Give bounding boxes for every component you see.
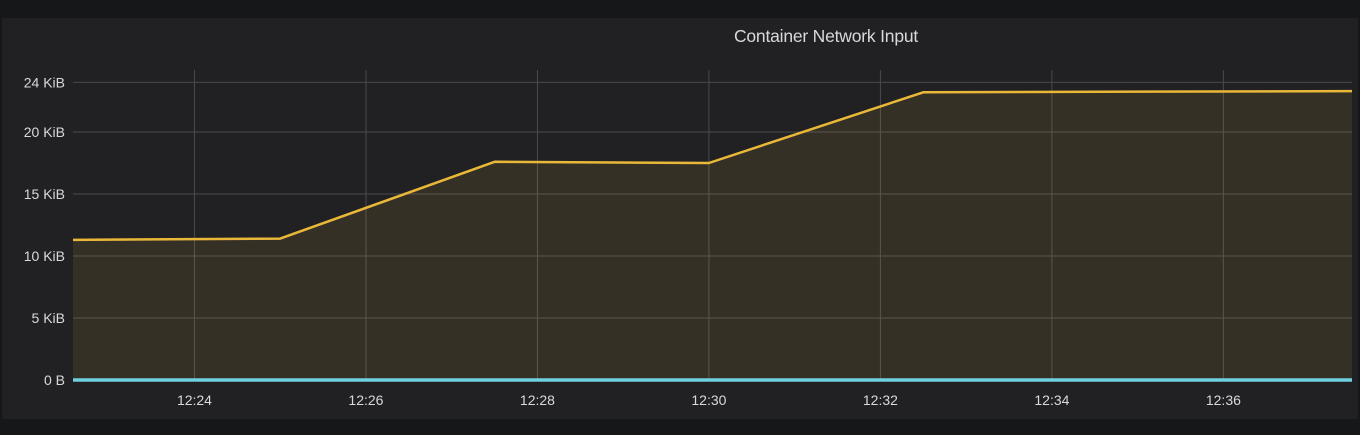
y-axis-ticks: 0 B 5 KiB 10 KiB 15 KiB 20 KiB 24 KiB bbox=[24, 74, 65, 388]
x-tick-label: 12:34 bbox=[1034, 392, 1069, 408]
y-tick-label: 15 KiB bbox=[24, 186, 65, 202]
x-tick-label: 12:28 bbox=[520, 392, 555, 408]
x-tick-label: 12:36 bbox=[1206, 392, 1241, 408]
y-tick-label: 10 KiB bbox=[24, 248, 65, 264]
y-tick-label: 5 KiB bbox=[32, 310, 65, 326]
x-tick-label: 12:24 bbox=[177, 392, 212, 408]
series-0-area-fill bbox=[73, 91, 1352, 380]
y-tick-label: 0 B bbox=[44, 372, 65, 388]
series-area bbox=[73, 91, 1352, 380]
x-tick-label: 12:30 bbox=[691, 392, 726, 408]
network-input-chart: 0 B5 KiB10 KiB15 KiB20 KiB24 KiB 12:24 12… bbox=[24, 70, 1353, 408]
y-tick-label: 20 KiB bbox=[24, 124, 65, 140]
y-tick-label: 24 KiB bbox=[24, 74, 65, 90]
x-tick-label: 12:26 bbox=[348, 392, 383, 408]
x-tick-label: 12:32 bbox=[863, 392, 898, 408]
x-axis-ticks: 12:24 12:26 12:28 12:30 12:32 12:34 12:36 bbox=[177, 392, 1241, 408]
